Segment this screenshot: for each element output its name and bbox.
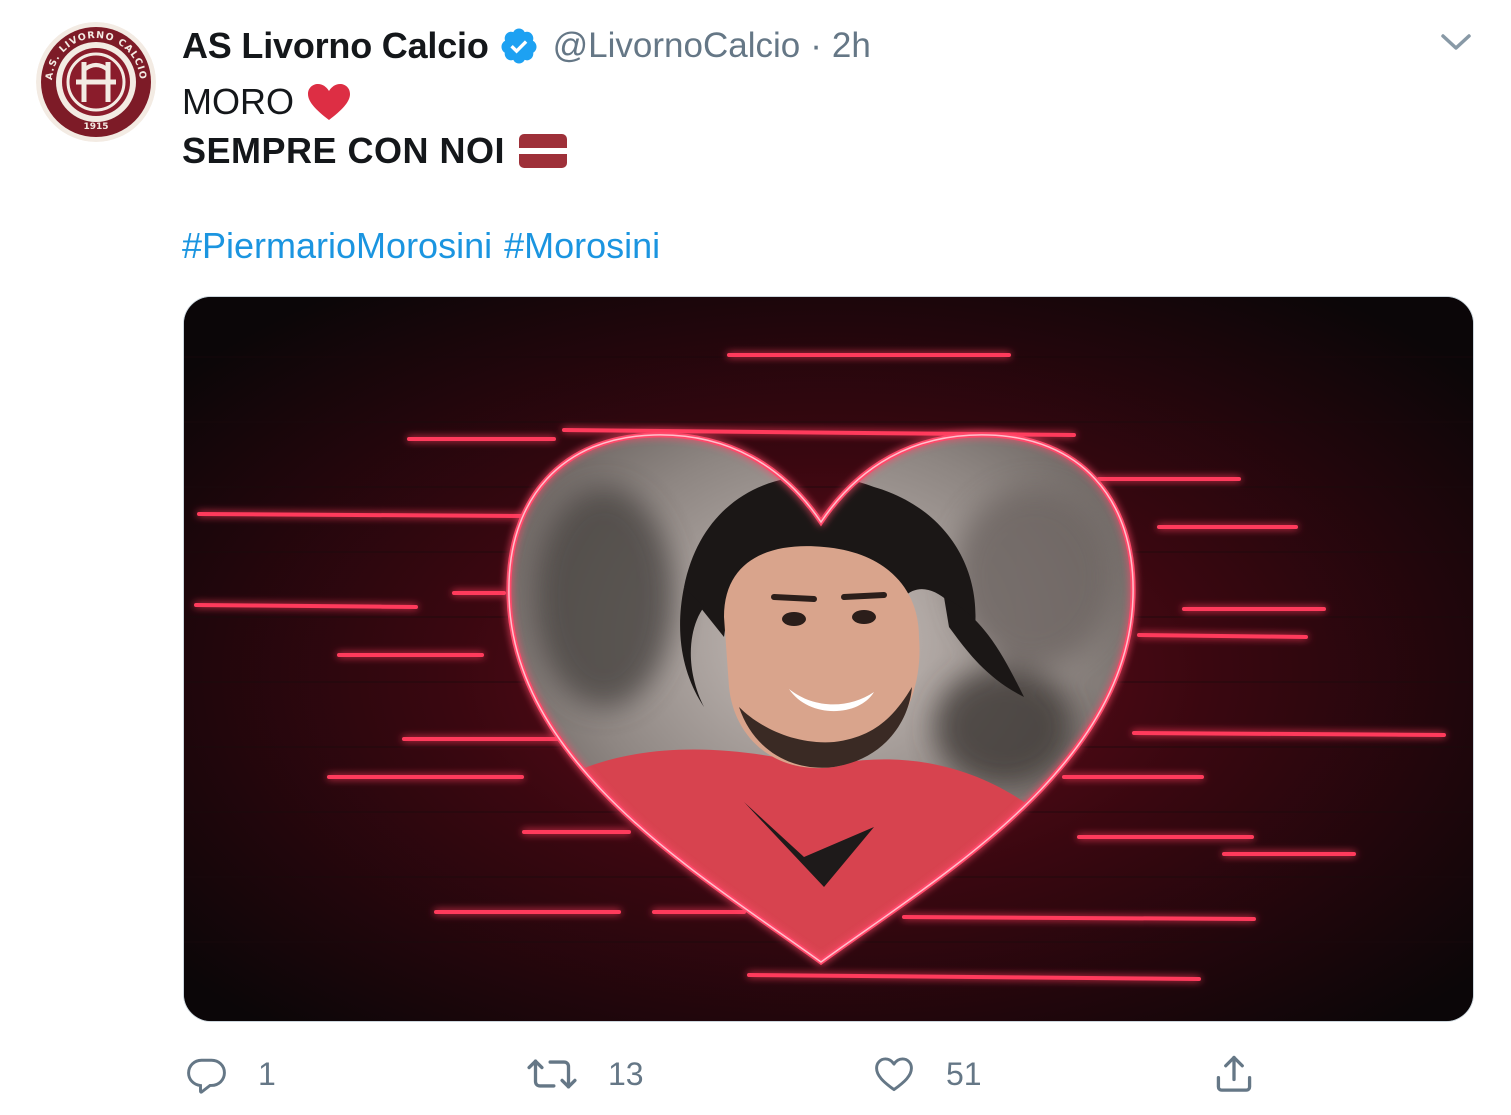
retweet-button[interactable]: 13 — [526, 1048, 644, 1100]
reply-icon — [187, 1058, 226, 1094]
latvia-flag-emoji — [519, 134, 568, 168]
tweet-actions: 1 13 51 — [182, 1048, 1282, 1100]
tweet-text-moro: MORO — [182, 81, 294, 122]
like-heart-icon — [875, 1057, 913, 1092]
reply-button[interactable]: 1 — [184, 1048, 276, 1100]
avatar[interactable]: A.S. LIVORNO CALCIO 1915 — [36, 22, 156, 142]
tweet-text-line-2: SEMPRE CON NOI — [182, 127, 568, 175]
reply-count: 1 — [258, 1055, 276, 1092]
hashtag-piermariomorosini[interactable]: #PiermarioMorosini — [182, 225, 492, 267]
tweet-text-line-1: MORO — [182, 78, 352, 126]
livorno-crest-icon: A.S. LIVORNO CALCIO 1915 — [36, 22, 156, 142]
timestamp[interactable]: 2h — [832, 26, 871, 66]
verified-badge-icon — [501, 28, 537, 64]
retweet-icon — [527, 1059, 577, 1089]
like-button[interactable]: 51 — [872, 1048, 982, 1100]
share-button[interactable] — [1212, 1048, 1256, 1100]
red-heart-emoji — [308, 84, 350, 120]
like-count: 51 — [946, 1055, 982, 1092]
chevron-down-icon[interactable] — [1434, 28, 1478, 56]
user-handle[interactable]: @LivornoCalcio — [553, 26, 801, 66]
tweet-text-sempre: SEMPRE CON NOI — [182, 130, 506, 171]
tweet[interactable]: A.S. LIVORNO CALCIO 1915 AS Livorno Calc… — [0, 0, 1511, 1115]
hashtag-morosini[interactable]: #Morosini — [504, 225, 660, 267]
display-name[interactable]: AS Livorno Calcio — [182, 25, 489, 67]
crest-year: 1915 — [83, 122, 108, 132]
neon-heart-photo — [184, 297, 1473, 1021]
share-icon — [1216, 1055, 1252, 1092]
separator-dot: · — [810, 26, 822, 65]
tweet-header: AS Livorno Calcio @LivornoCalcio · 2h — [182, 22, 871, 70]
tweet-media-image[interactable] — [183, 296, 1474, 1022]
retweet-count: 13 — [608, 1055, 644, 1092]
hashtags: #PiermarioMorosini #Morosini — [182, 222, 660, 270]
